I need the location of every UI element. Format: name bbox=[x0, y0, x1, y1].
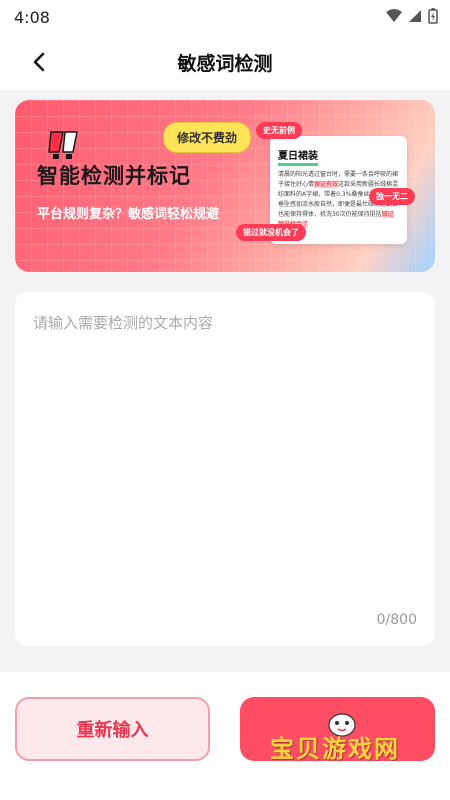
banner-headline: 智能检测并标记 bbox=[37, 164, 191, 188]
nav-bar: 敏感词检测 bbox=[0, 34, 450, 90]
banner-bubble: 修改不费劲 bbox=[163, 122, 252, 153]
tag-unprecedented: 史无前例 bbox=[256, 122, 302, 139]
watermark-url: baobeiy.com bbox=[322, 763, 414, 778]
wifi-icon bbox=[386, 9, 402, 22]
reset-input-button[interactable]: 重新输入 bbox=[15, 697, 210, 761]
promo-banner: 智能检测并标记 平台规则复杂？敏感词轻松规避 修改不费劲 夏日裙装 清晨的阳光透… bbox=[15, 100, 435, 272]
note-title: 夏日裙装 bbox=[278, 151, 318, 166]
note-highlight-1: 保证有效 bbox=[314, 181, 339, 188]
status-bar: 4:08 bbox=[0, 0, 450, 34]
char-count: 0/800 bbox=[376, 612, 417, 628]
banner-subline: 平台规则复杂？敏感词轻松规避 bbox=[37, 207, 220, 222]
tag-dont-miss: 错过就没机会了 bbox=[236, 224, 306, 241]
text-input-card[interactable]: 0/800 bbox=[15, 292, 435, 646]
battery-icon bbox=[428, 8, 438, 24]
signal-icon bbox=[409, 10, 421, 22]
watermark-logo: 宝贝游戏网 baobeiy.com bbox=[252, 711, 432, 787]
text-input[interactable] bbox=[33, 312, 417, 592]
back-arrow-icon[interactable] bbox=[28, 50, 52, 74]
status-icons bbox=[386, 8, 438, 24]
tag-unique: 独一无二 bbox=[369, 188, 415, 205]
page-title: 敏感词检测 bbox=[177, 52, 273, 75]
status-time: 4:08 bbox=[14, 7, 50, 27]
watermark-text: 宝贝游戏网 bbox=[270, 735, 400, 763]
exclamation-icon bbox=[48, 131, 78, 159]
